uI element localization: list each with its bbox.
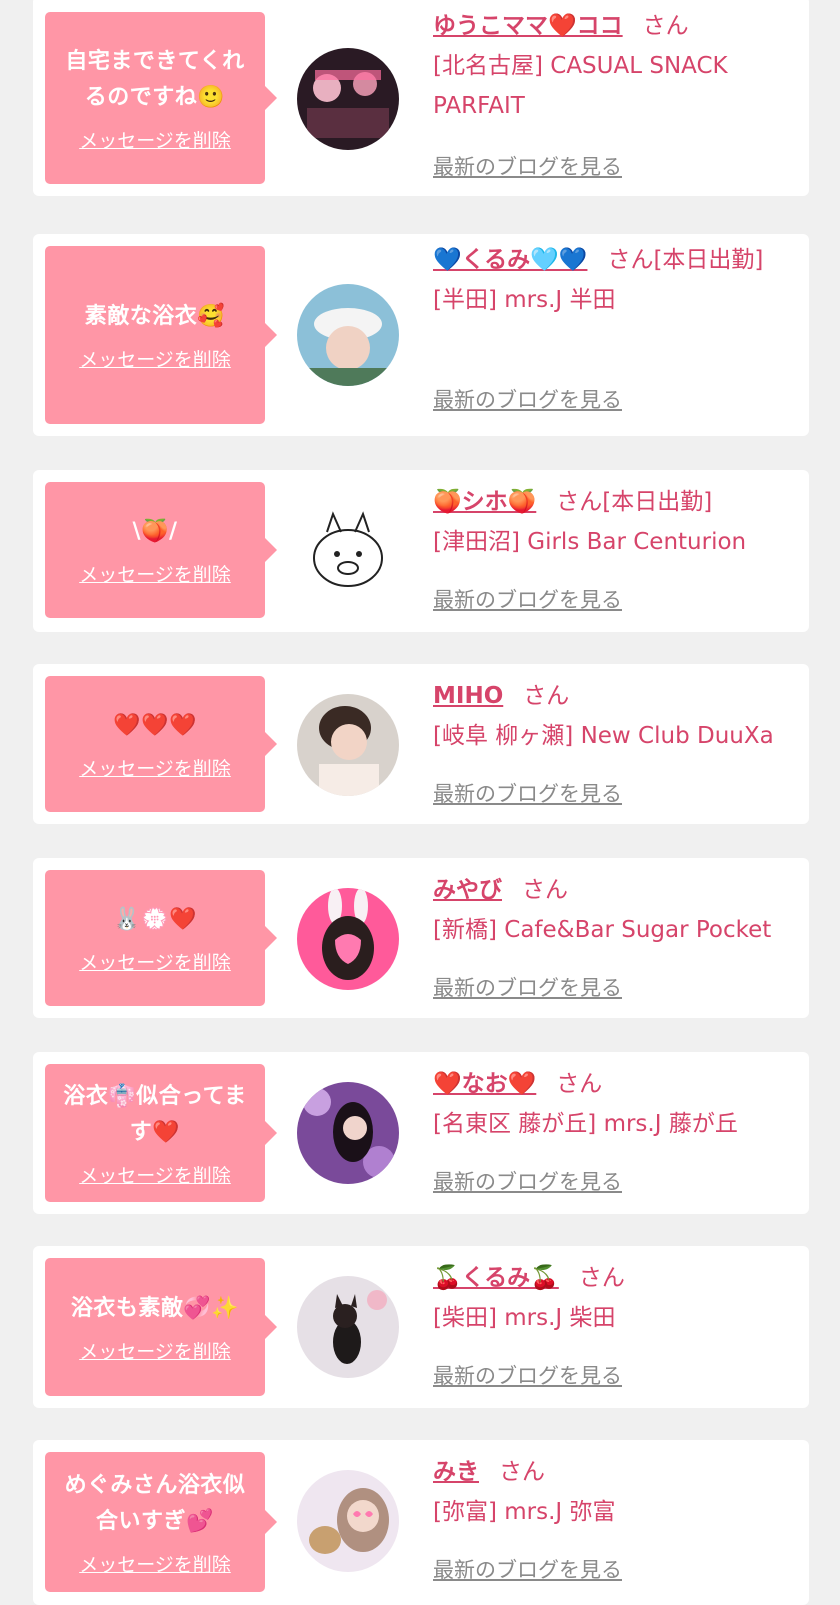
- message-bubble: \🍑/ メッセージを削除: [45, 482, 277, 618]
- message-text: \🍑/: [132, 518, 178, 544]
- message-bubble: 自宅まできてくれるのですね🙂 メッセージを削除: [45, 12, 277, 184]
- shop-info: [名東区 藤が丘] mrs.J 藤が丘: [433, 1111, 738, 1137]
- message-card: 浴衣👘似合ってます❤️ メッセージを削除 ❤️なお❤️ さん [名東区 藤が丘] …: [33, 1052, 809, 1214]
- cast-name-link[interactable]: みき: [433, 1459, 479, 1485]
- delete-message-link[interactable]: メッセージを削除: [79, 345, 231, 372]
- cast-info: ❤️なお❤️ さん [名東区 藤が丘] mrs.J 藤が丘: [433, 1064, 795, 1144]
- avatar[interactable]: [297, 1470, 399, 1572]
- message-text: ❤️❤️❤️: [113, 712, 197, 738]
- honorific: さん: [642, 13, 689, 39]
- latest-blog-link[interactable]: 最新のブログを見る: [433, 151, 622, 181]
- delete-message-link[interactable]: メッセージを削除: [79, 1550, 231, 1577]
- message-text: 🐰💮❤️: [113, 906, 197, 932]
- cast-info: 🍒くるみ🍒 さん [柴田] mrs.J 柴田: [433, 1258, 795, 1338]
- cast-info: みやび さん [新橋] Cafe&Bar Sugar Pocket: [433, 870, 795, 950]
- honorific: さん: [522, 877, 568, 903]
- message-text: 浴衣も素敵💞✨: [70, 1295, 240, 1321]
- message-card: めぐみさん浴衣似合いすぎ💕 メッセージを削除 みき さん [弥富] mrs.J 弥…: [33, 1440, 809, 1605]
- latest-blog-link[interactable]: 最新のブログを見る: [433, 584, 622, 614]
- cast-name-link[interactable]: 🍑シホ🍑: [433, 489, 536, 515]
- cast-name-link[interactable]: 💙くるみ🩵💙: [433, 247, 587, 273]
- avatar[interactable]: [297, 1082, 399, 1184]
- honorific: さん: [556, 1071, 603, 1097]
- shop-info: [半田] mrs.J 半田: [433, 287, 616, 313]
- honorific: さん: [578, 1265, 625, 1291]
- cast-name-link[interactable]: みやび: [433, 877, 502, 903]
- cast-name-link[interactable]: MIHO: [433, 683, 503, 709]
- message-text: 自宅まできてくれるのですね🙂: [65, 48, 245, 110]
- message-text: 浴衣👘似合ってます❤️: [63, 1083, 247, 1145]
- message-card: 浴衣も素敵💞✨ メッセージを削除 🍒くるみ🍒 さん [柴田] mrs.J 柴田 最…: [33, 1246, 809, 1408]
- delete-message-link[interactable]: メッセージを削除: [79, 126, 231, 153]
- avatar[interactable]: [297, 284, 399, 386]
- cast-info: みき さん [弥富] mrs.J 弥富: [433, 1452, 795, 1532]
- avatar[interactable]: [297, 888, 399, 990]
- honorific: さん[本日出勤]: [556, 489, 713, 515]
- latest-blog-link[interactable]: 最新のブログを見る: [433, 384, 622, 414]
- delete-message-link[interactable]: メッセージを削除: [79, 560, 231, 587]
- cast-info: 🍑シホ🍑 さん[本日出勤] [津田沼] Girls Bar Centurion: [433, 482, 795, 562]
- latest-blog-link[interactable]: 最新のブログを見る: [433, 1554, 622, 1584]
- honorific: さん[本日出勤]: [607, 247, 764, 273]
- message-card: 自宅まできてくれるのですね🙂 メッセージを削除 ゆうこママ❤️ココ さん [北名古…: [33, 0, 809, 196]
- avatar[interactable]: [297, 48, 399, 150]
- message-bubble: ❤️❤️❤️ メッセージを削除: [45, 676, 277, 812]
- message-card: 素敵な浴衣🥰 メッセージを削除 💙くるみ🩵💙 さん[本日出勤] [半田] mrs.…: [33, 234, 809, 436]
- shop-info: [新橋] Cafe&Bar Sugar Pocket: [433, 917, 772, 943]
- delete-message-link[interactable]: メッセージを削除: [79, 1161, 231, 1188]
- shop-info: [弥富] mrs.J 弥富: [433, 1499, 616, 1525]
- avatar[interactable]: [297, 502, 399, 604]
- latest-blog-link[interactable]: 最新のブログを見る: [433, 972, 622, 1002]
- latest-blog-link[interactable]: 最新のブログを見る: [433, 1166, 622, 1196]
- cast-name-link[interactable]: 🍒くるみ🍒: [433, 1265, 559, 1291]
- honorific: さん: [499, 1459, 545, 1485]
- message-text: 素敵な浴衣🥰: [84, 303, 226, 329]
- message-card: 🐰💮❤️ メッセージを削除 みやび さん [新橋] Cafe&Bar Sugar …: [33, 858, 809, 1018]
- message-card: ❤️❤️❤️ メッセージを削除 MIHO さん [岐阜 柳ヶ瀬] New Club…: [33, 664, 809, 824]
- shop-info: [岐阜 柳ヶ瀬] New Club DuuXa: [433, 723, 774, 749]
- cast-name-link[interactable]: ゆうこママ❤️ココ: [433, 13, 623, 39]
- shop-info: [柴田] mrs.J 柴田: [433, 1305, 616, 1331]
- cast-info: 💙くるみ🩵💙 さん[本日出勤] [半田] mrs.J 半田: [433, 240, 795, 320]
- message-bubble: 浴衣👘似合ってます❤️ メッセージを削除: [45, 1064, 277, 1202]
- latest-blog-link[interactable]: 最新のブログを見る: [433, 1360, 622, 1390]
- delete-message-link[interactable]: メッセージを削除: [79, 948, 231, 975]
- avatar[interactable]: [297, 694, 399, 796]
- cast-info: MIHO さん [岐阜 柳ヶ瀬] New Club DuuXa: [433, 676, 795, 756]
- honorific: さん: [523, 683, 570, 709]
- delete-message-link[interactable]: メッセージを削除: [79, 754, 231, 781]
- avatar[interactable]: [297, 1276, 399, 1378]
- cast-name-link[interactable]: ❤️なお❤️: [433, 1071, 536, 1097]
- shop-info: [北名古屋] CASUAL SNACK PARFAIT: [433, 53, 728, 119]
- delete-message-link[interactable]: メッセージを削除: [79, 1337, 231, 1364]
- message-bubble: 浴衣も素敵💞✨ メッセージを削除: [45, 1258, 277, 1396]
- message-text: めぐみさん浴衣似合いすぎ💕: [64, 1472, 246, 1534]
- latest-blog-link[interactable]: 最新のブログを見る: [433, 778, 622, 808]
- message-bubble: 🐰💮❤️ メッセージを削除: [45, 870, 277, 1006]
- shop-info: [津田沼] Girls Bar Centurion: [433, 529, 747, 555]
- message-bubble: めぐみさん浴衣似合いすぎ💕 メッセージを削除: [45, 1452, 277, 1592]
- message-card: \🍑/ メッセージを削除 🍑シホ🍑 さん[本日出勤] [津田沼] Girls Ba…: [33, 470, 809, 632]
- cast-info: ゆうこママ❤️ココ さん [北名古屋] CASUAL SNACK PARFAIT: [433, 6, 795, 126]
- message-bubble: 素敵な浴衣🥰 メッセージを削除: [45, 246, 277, 424]
